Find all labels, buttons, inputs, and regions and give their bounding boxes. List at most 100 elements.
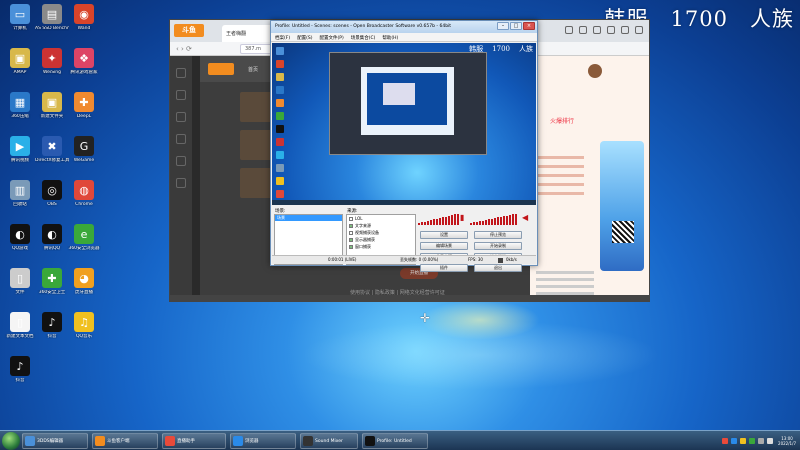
close-button[interactable]: ×: [523, 22, 535, 30]
desktop-icon[interactable]: ❖ 腾讯游戏管家: [67, 48, 101, 75]
favorites-icon[interactable]: [565, 26, 573, 34]
sidebar-more-icon[interactable]: [176, 178, 186, 188]
menu-icon[interactable]: [607, 26, 615, 34]
obs-menu-item[interactable]: 档案(F): [275, 35, 290, 41]
download-icon[interactable]: [593, 26, 601, 34]
desktop-icon[interactable]: ▥ 回收站: [3, 180, 37, 207]
scene-item[interactable]: 场景: [275, 215, 342, 221]
sidebar-game-icon[interactable]: [176, 134, 186, 144]
preview-desktop-icon: [276, 190, 284, 198]
desktop-icon[interactable]: ✚ DeepL: [67, 92, 101, 119]
stop-preview-button[interactable]: 停止预览: [474, 231, 522, 239]
taskbar-button[interactable]: 浏览器: [230, 433, 296, 449]
taskbar-button[interactable]: Profile: Untitled: [362, 433, 428, 449]
minimize-icon[interactable]: [621, 26, 629, 34]
preview-nested-window: [329, 52, 487, 155]
obs-menu-item[interactable]: 场景集合(C): [351, 35, 376, 41]
source-item[interactable]: 文字来源: [347, 222, 415, 229]
desktop-icon[interactable]: ◕ 虎牙直播: [67, 268, 101, 295]
desktop-icon[interactable]: ◐ 腾讯QQ: [35, 224, 69, 251]
desktop-icon[interactable]: ▯ 新建文本文档: [3, 312, 37, 339]
desktop-icon[interactable]: ♫ QQ音乐: [67, 312, 101, 339]
obs-menu-item[interactable]: 配置(S): [297, 35, 312, 41]
desktop-icon[interactable]: ◉ Wand: [67, 4, 101, 31]
source-checkbox[interactable]: [349, 244, 353, 249]
sidebar-home-icon[interactable]: [176, 68, 186, 78]
desktop-icon[interactable]: ▶ 腾讯视频: [3, 136, 37, 163]
stream-thumbnail[interactable]: [240, 92, 272, 122]
site-logo[interactable]: [208, 63, 234, 75]
desktop-icon[interactable]: ▯ 文件: [3, 268, 37, 295]
desktop-icon[interactable]: ▣ 新建文件夹: [35, 92, 69, 119]
desktop-icon[interactable]: ▣ AMAP: [3, 48, 37, 75]
network-icon[interactable]: [758, 438, 765, 444]
horizontal-scrollbar[interactable]: [170, 295, 649, 301]
desktop-icons: ▭ 计算机 ▤ AS SSD Benchmark ◉ Wand ▣ AMAP ✦ WeiSing ❖…: [0, 0, 110, 430]
obs-title-bar[interactable]: Profile: Untitled - Scenes: scenes - Ope…: [271, 21, 537, 33]
preview-taskbar: [272, 200, 536, 205]
source-checkbox[interactable]: [349, 223, 353, 228]
plugins-button[interactable]: 插件: [420, 264, 468, 272]
start-button[interactable]: [2, 432, 20, 450]
volume-icon[interactable]: [767, 438, 774, 444]
clock[interactable]: 13:00 2022/1/7: [776, 436, 798, 446]
taskbar-button[interactable]: 直播助手: [162, 433, 226, 449]
exit-button[interactable]: 退出: [474, 264, 522, 272]
sidebar-follow-icon[interactable]: [176, 112, 186, 122]
desktop-icon[interactable]: e 360安全浏览器: [67, 224, 101, 251]
source-checkbox[interactable]: [349, 230, 353, 235]
desktop-icon[interactable]: ♪ 抖音: [35, 312, 69, 339]
taskbar-button[interactable]: Sound Mixer: [300, 433, 358, 449]
meter-bar: [448, 215, 450, 225]
obs-menu-item[interactable]: 帮助(H): [382, 35, 398, 41]
tray-security-icon[interactable]: [749, 438, 756, 444]
settings-button[interactable]: 设置: [420, 231, 468, 239]
desktop-icon[interactable]: ▭ 计算机: [3, 4, 37, 31]
desktop-icon[interactable]: ◎ OBS: [35, 180, 69, 207]
mic-icon[interactable]: ▮: [460, 213, 468, 223]
desktop-icon[interactable]: ♪ 抖音: [3, 356, 37, 383]
desktop-icon[interactable]: G WeGame: [67, 136, 101, 163]
desktop-icon[interactable]: ▦ 360压缩: [3, 92, 37, 119]
minimize-button[interactable]: –: [497, 22, 509, 30]
source-checkbox[interactable]: [349, 237, 353, 242]
sidebar-video-icon[interactable]: [176, 156, 186, 166]
tray-music-icon[interactable]: [740, 438, 747, 444]
app-icon: ◐: [42, 224, 62, 244]
source-checkbox[interactable]: [349, 216, 353, 221]
taskbar-button[interactable]: 斗鱼客户端: [92, 433, 158, 449]
edit-scene-button[interactable]: 编辑场景: [420, 242, 468, 250]
obs-menu-item[interactable]: 配置文件(P): [319, 35, 343, 41]
desktop-icon[interactable]: ◐ QQ游戏: [3, 224, 37, 251]
meter-bar: [418, 223, 420, 225]
avatar[interactable]: [588, 64, 602, 78]
tray-qq-icon[interactable]: [731, 438, 738, 444]
taskbar-app-icon: [25, 436, 35, 446]
source-item[interactable]: 显示器捕获: [347, 236, 415, 243]
desktop-icon[interactable]: ✦ WeiSing: [35, 48, 69, 75]
taskbar-button[interactable]: 3DDS编辑器: [22, 433, 88, 449]
history-icon[interactable]: [579, 26, 587, 34]
desktop-icon[interactable]: ✖ DirectX修复工具: [35, 136, 69, 163]
source-item[interactable]: LOL: [347, 215, 415, 222]
obs-window[interactable]: Profile: Untitled - Scenes: scenes - Ope…: [270, 20, 538, 272]
desktop-icon[interactable]: ✚ 360安全卫士: [35, 268, 69, 295]
stream-thumbnail[interactable]: [240, 130, 272, 160]
promo-banner[interactable]: [600, 141, 644, 271]
stream-time: 0:00:01 (LIVE): [328, 257, 357, 262]
desktop-icon[interactable]: ▤ AS SSD Benchmark: [35, 4, 69, 31]
sidebar-category-icon[interactable]: [176, 90, 186, 100]
speaker-icon[interactable]: ◀: [522, 213, 530, 223]
start-recording-button[interactable]: 开始录制: [474, 242, 522, 250]
overlay-race: 人族: [750, 7, 794, 31]
close-icon[interactable]: [635, 26, 643, 34]
tray-app-icon[interactable]: [722, 438, 729, 444]
nav-arrows-icon[interactable]: ‹ › ⟳: [176, 45, 192, 53]
stream-thumbnail[interactable]: [240, 168, 272, 198]
desktop-icon[interactable]: ◍ Chrome: [67, 180, 101, 207]
app-icon: ▯: [10, 268, 30, 288]
nav-home-link[interactable]: 首页: [248, 66, 258, 73]
maximize-button[interactable]: □: [510, 22, 522, 30]
source-item[interactable]: 视频捕获设备: [347, 229, 415, 236]
source-item[interactable]: 窗口捕获: [347, 243, 415, 250]
